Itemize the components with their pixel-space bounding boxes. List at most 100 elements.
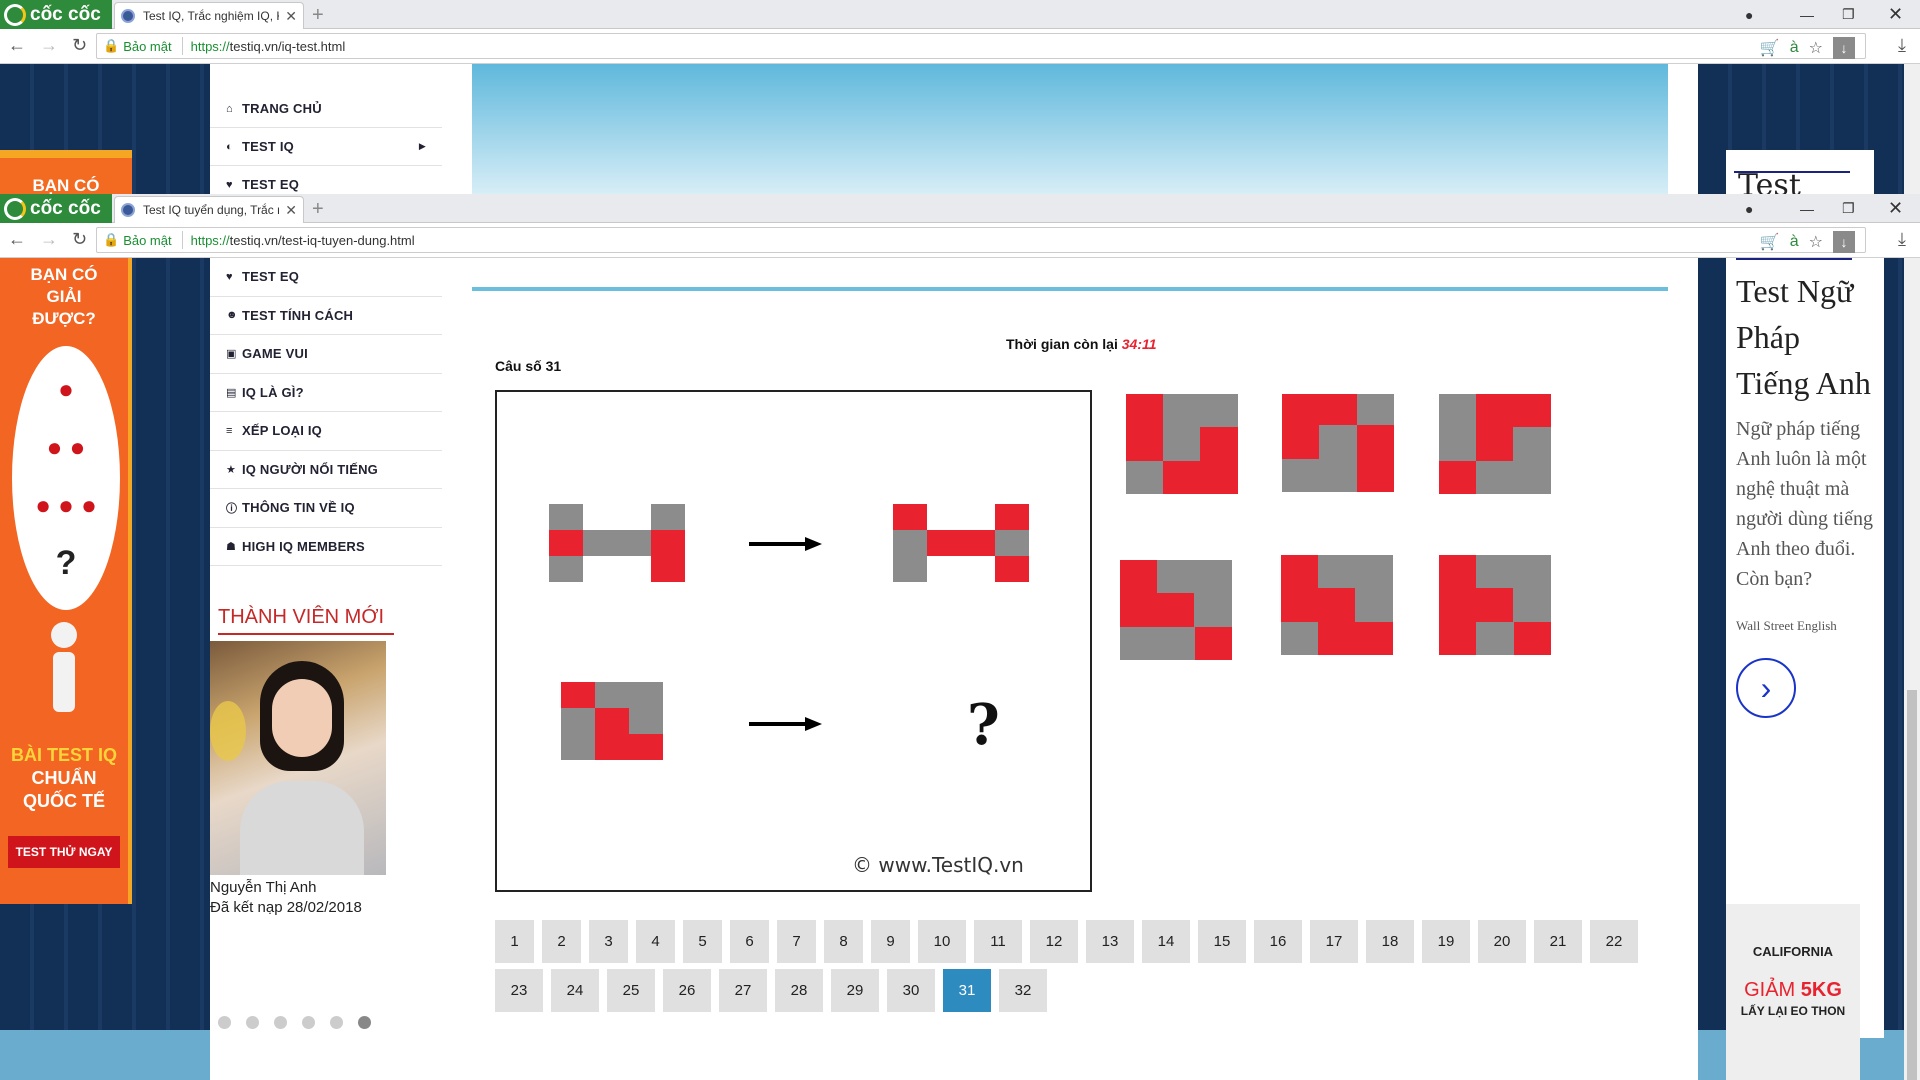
new-tab-icon[interactable]: + xyxy=(312,4,324,27)
cart-icon[interactable]: 🛒 xyxy=(1760,232,1780,252)
account-icon[interactable]: ● xyxy=(1745,0,1753,29)
page-button-30[interactable]: 30 xyxy=(887,969,935,1012)
cart-icon[interactable]: 🛒 xyxy=(1760,38,1780,58)
front-tab[interactable]: Test IQ tuyển dụng, Trắc n ✕ xyxy=(114,196,304,223)
page-button-19[interactable]: 19 xyxy=(1422,920,1470,963)
page-button-32[interactable]: 32 xyxy=(999,969,1047,1012)
coccoc-logo[interactable]: cốc cốc xyxy=(0,194,112,223)
page-button-5[interactable]: 5 xyxy=(683,920,722,963)
scrollbar-thumb[interactable] xyxy=(1907,690,1917,1080)
forward-arrow-icon[interactable]: → xyxy=(40,229,58,250)
translate-icon[interactable]: à xyxy=(1790,39,1799,57)
page-button-29[interactable]: 29 xyxy=(831,969,879,1012)
answer-option-2[interactable] xyxy=(1282,394,1394,492)
answer-option-6[interactable] xyxy=(1439,555,1551,655)
page-button-8[interactable]: 8 xyxy=(824,920,863,963)
page-button-16[interactable]: 16 xyxy=(1254,920,1302,963)
grammar-ad[interactable]: Test Ngữ Pháp Tiếng Anh Ngữ pháp tiếng A… xyxy=(1726,258,1884,862)
download-site-icon[interactable]: ↓ xyxy=(1833,231,1855,253)
carousel-dots xyxy=(218,1016,371,1029)
page-button-20[interactable]: 20 xyxy=(1478,920,1526,963)
menu-item-test-iq[interactable]: ◐ TEST IQ ▶ xyxy=(210,128,442,166)
back-right-ad[interactable]: Test Ngữ xyxy=(1726,150,1874,195)
answer-option-4[interactable] xyxy=(1120,560,1232,660)
close-window-icon[interactable]: ✕ xyxy=(1888,0,1903,29)
back-tab[interactable]: Test IQ, Trắc nghiệm IQ, Ki ✕ xyxy=(114,2,304,29)
downloads-icon[interactable]: ⤓ xyxy=(1898,35,1906,56)
page-button-22[interactable]: 22 xyxy=(1590,920,1638,963)
menu-item-8[interactable]: ☗ HIGH IQ MEMBERS xyxy=(210,528,442,566)
download-site-icon[interactable]: ↓ xyxy=(1833,37,1855,59)
answer-option-1[interactable] xyxy=(1126,394,1238,494)
close-tab-icon[interactable]: ✕ xyxy=(285,202,297,219)
page-button-28[interactable]: 28 xyxy=(775,969,823,1012)
page-button-26[interactable]: 26 xyxy=(663,969,711,1012)
front-url-field[interactable]: 🔒 Bảo mật https://testiq.vn/test-iq-tuye… xyxy=(96,227,1866,253)
menu-item-6[interactable]: ★ IQ NGƯỜI NỔI TIẾNG xyxy=(210,451,442,489)
page-button-11[interactable]: 11 xyxy=(974,920,1022,963)
coccoc-logo[interactable]: cốc cốc xyxy=(0,0,112,29)
page-button-18[interactable]: 18 xyxy=(1366,920,1414,963)
page-button-9[interactable]: 9 xyxy=(871,920,910,963)
page-button-7[interactable]: 7 xyxy=(777,920,816,963)
back-scrollbar[interactable] xyxy=(1904,64,1920,195)
carousel-dot[interactable] xyxy=(330,1016,343,1029)
page-button-27[interactable]: 27 xyxy=(719,969,767,1012)
page-button-23[interactable]: 23 xyxy=(495,969,543,1012)
close-tab-icon[interactable]: ✕ xyxy=(285,8,297,25)
carousel-dot[interactable] xyxy=(358,1016,371,1029)
close-window-icon[interactable]: ✕ xyxy=(1888,194,1903,223)
answer-option-3[interactable] xyxy=(1439,394,1551,494)
menu-item-1[interactable]: ♥ TEST EQ xyxy=(210,258,442,297)
page-button-21[interactable]: 21 xyxy=(1534,920,1582,963)
page-button-12[interactable]: 12 xyxy=(1030,920,1078,963)
carousel-dot[interactable] xyxy=(274,1016,287,1029)
menu-item-7[interactable]: ⓘ THÔNG TIN VỀ IQ xyxy=(210,489,442,528)
page-button-1[interactable]: 1 xyxy=(495,920,534,963)
california-ad[interactable]: CALIFORNIA GIẢM 5KG LẤY LẠI EO THON xyxy=(1726,904,1860,1080)
minimize-icon[interactable]: — xyxy=(1800,0,1814,29)
page-button-25[interactable]: 25 xyxy=(607,969,655,1012)
back-arrow-icon[interactable]: ← xyxy=(8,35,26,56)
menu-item-home[interactable]: ⌂ TRANG CHỦ xyxy=(210,90,442,128)
page-button-10[interactable]: 10 xyxy=(918,920,966,963)
page-button-6[interactable]: 6 xyxy=(730,920,769,963)
reload-icon[interactable]: ↻ xyxy=(72,229,87,250)
maximize-icon[interactable]: ❐ xyxy=(1842,0,1855,29)
carousel-dot[interactable] xyxy=(302,1016,315,1029)
page-button-17[interactable]: 17 xyxy=(1310,920,1358,963)
answer-option-5[interactable] xyxy=(1281,555,1393,655)
carousel-dot[interactable] xyxy=(218,1016,231,1029)
forward-arrow-icon[interactable]: → xyxy=(40,35,58,56)
page-button-2[interactable]: 2 xyxy=(542,920,581,963)
translate-icon[interactable]: à xyxy=(1790,233,1799,251)
page-scrollbar[interactable] xyxy=(1904,258,1920,1080)
page-button-31[interactable]: 31 xyxy=(943,969,991,1012)
bookmark-star-icon[interactable]: ☆ xyxy=(1809,38,1823,58)
timer: Thời gian còn lại 34:11 xyxy=(1006,336,1157,352)
menu-item-2[interactable]: ☻ TEST TÍNH CÁCH xyxy=(210,297,442,335)
page-button-15[interactable]: 15 xyxy=(1198,920,1246,963)
page-button-3[interactable]: 3 xyxy=(589,920,628,963)
back-arrow-icon[interactable]: ← xyxy=(8,229,26,250)
downloads-icon[interactable]: ⤓ xyxy=(1898,229,1906,250)
new-tab-icon[interactable]: + xyxy=(312,198,324,221)
menu-item-4[interactable]: ▤ IQ LÀ GÌ? xyxy=(210,374,442,412)
account-icon[interactable]: ● xyxy=(1745,194,1753,223)
menu-item-5[interactable]: ≡ XẾP LOẠI IQ xyxy=(210,412,442,451)
page-button-13[interactable]: 13 xyxy=(1086,920,1134,963)
menu-item-3[interactable]: ▣ GAME VUI xyxy=(210,335,442,374)
test-now-button[interactable]: TEST THỬ NGAY xyxy=(8,836,120,868)
page-button-4[interactable]: 4 xyxy=(636,920,675,963)
maximize-icon[interactable]: ❐ xyxy=(1842,194,1855,223)
carousel-dot[interactable] xyxy=(246,1016,259,1029)
page-button-24[interactable]: 24 xyxy=(551,969,599,1012)
bookmark-star-icon[interactable]: ☆ xyxy=(1809,232,1823,252)
page-button-14[interactable]: 14 xyxy=(1142,920,1190,963)
chevron-right-icon[interactable]: › xyxy=(1736,658,1796,718)
reload-icon[interactable]: ↻ xyxy=(72,35,87,56)
back-url-field[interactable]: 🔒 Bảo mật https://testiq.vn/iq-test.html… xyxy=(96,33,1866,59)
minimize-icon[interactable]: — xyxy=(1800,194,1814,223)
left-iq-ad[interactable]: BẠN CÓ GIẢI ĐƯỢC? ● ● ● ● ● ● ? BÀI TEST I… xyxy=(0,258,132,904)
member-avatar[interactable] xyxy=(210,641,386,875)
